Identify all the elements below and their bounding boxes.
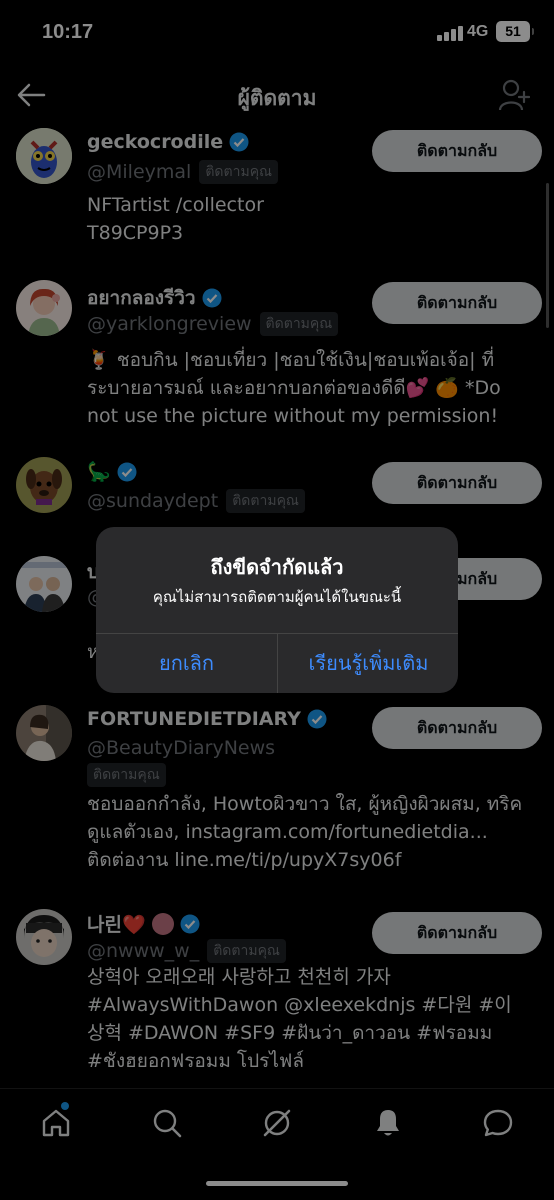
learn-more-button[interactable]: เรียนรู้เพิ่มเติม bbox=[278, 634, 458, 693]
limit-reached-dialog: ถึงขีดจำกัดแล้ว คุณไม่สามารถติดตามผู้คนไ… bbox=[96, 527, 458, 693]
dialog-message: คุณไม่สามารถติดตามผู้คนได้ในขณะนี้ bbox=[152, 588, 402, 606]
dialog-title: ถึงขีดจำกัดแล้ว bbox=[210, 555, 344, 579]
cancel-button[interactable]: ยกเลิก bbox=[96, 634, 277, 693]
